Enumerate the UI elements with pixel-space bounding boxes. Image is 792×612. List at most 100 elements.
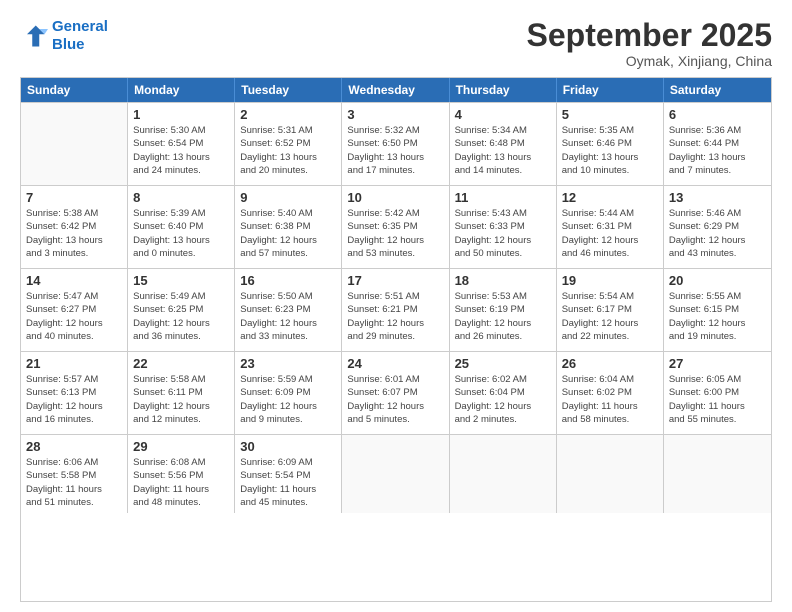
day-number: 8 (133, 190, 229, 205)
day-number: 21 (26, 356, 122, 371)
day-info: Sunrise: 5:42 AMSunset: 6:35 PMDaylight:… (347, 207, 443, 260)
cal-cell-0-1: 1Sunrise: 5:30 AMSunset: 6:54 PMDaylight… (128, 103, 235, 185)
day-info: Sunrise: 5:39 AMSunset: 6:40 PMDaylight:… (133, 207, 229, 260)
day-number: 3 (347, 107, 443, 122)
day-number: 14 (26, 273, 122, 288)
day-number: 22 (133, 356, 229, 371)
day-info: Sunrise: 6:05 AMSunset: 6:00 PMDaylight:… (669, 373, 766, 426)
cal-cell-4-1: 29Sunrise: 6:08 AMSunset: 5:56 PMDayligh… (128, 435, 235, 513)
cal-cell-0-2: 2Sunrise: 5:31 AMSunset: 6:52 PMDaylight… (235, 103, 342, 185)
day-number: 10 (347, 190, 443, 205)
day-info: Sunrise: 5:55 AMSunset: 6:15 PMDaylight:… (669, 290, 766, 343)
cal-cell-4-6 (664, 435, 771, 513)
logo: General Blue (20, 18, 108, 54)
day-number: 6 (669, 107, 766, 122)
day-info: Sunrise: 5:36 AMSunset: 6:44 PMDaylight:… (669, 124, 766, 177)
day-info: Sunrise: 6:02 AMSunset: 6:04 PMDaylight:… (455, 373, 551, 426)
day-number: 1 (133, 107, 229, 122)
logo-text: General Blue (52, 18, 108, 54)
cal-cell-2-4: 18 Sunrise: 5:53 AMSunset: 6:19 PMDayligh… (450, 269, 557, 351)
day-number: 30 (240, 439, 336, 454)
page: General Blue September 2025 Oymak, Xinji… (0, 0, 792, 612)
day-number: 7 (26, 190, 122, 205)
cal-cell-2-6: 20 Sunrise: 5:55 AMSunset: 6:15 PMDayligh… (664, 269, 771, 351)
calendar-header: Sunday Monday Tuesday Wednesday Thursday… (21, 78, 771, 102)
cal-cell-1-6: 13 Sunrise: 5:46 AMSunset: 6:29 PMDayligh… (664, 186, 771, 268)
cal-cell-3-4: 25Sunrise: 6:02 AMSunset: 6:04 PMDayligh… (450, 352, 557, 434)
day-info: Sunrise: 5:59 AMSunset: 6:09 PMDaylight:… (240, 373, 336, 426)
day-info: Sunrise: 5:34 AMSunset: 6:48 PMDaylight:… (455, 124, 551, 177)
cal-cell-0-0 (21, 103, 128, 185)
cal-cell-4-2: 30Sunrise: 6:09 AMSunset: 5:54 PMDayligh… (235, 435, 342, 513)
day-info: Sunrise: 5:32 AMSunset: 6:50 PMDaylight:… (347, 124, 443, 177)
week-row-4: 28 Sunrise: 6:06 AMSunset: 5:58 PMDayligh… (21, 434, 771, 513)
cal-cell-0-5: 5 Sunrise: 5:35 AMSunset: 6:46 PMDaylight… (557, 103, 664, 185)
cal-cell-2-3: 17 Sunrise: 5:51 AMSunset: 6:21 PMDayligh… (342, 269, 449, 351)
day-number: 11 (455, 190, 551, 205)
day-number: 28 (26, 439, 122, 454)
day-number: 18 (455, 273, 551, 288)
cal-cell-3-6: 27Sunrise: 6:05 AMSunset: 6:00 PMDayligh… (664, 352, 771, 434)
day-number: 24 (347, 356, 443, 371)
cal-cell-4-5 (557, 435, 664, 513)
logo-icon (20, 22, 48, 50)
header-thursday: Thursday (450, 78, 557, 102)
day-info: Sunrise: 5:49 AMSunset: 6:25 PMDaylight:… (133, 290, 229, 343)
day-info: Sunrise: 5:54 AMSunset: 6:17 PMDaylight:… (562, 290, 658, 343)
day-info: Sunrise: 5:40 AMSunset: 6:38 PMDaylight:… (240, 207, 336, 260)
day-info: Sunrise: 5:51 AMSunset: 6:21 PMDaylight:… (347, 290, 443, 343)
day-number: 20 (669, 273, 766, 288)
header-sunday: Sunday (21, 78, 128, 102)
cal-cell-3-2: 23 Sunrise: 5:59 AMSunset: 6:09 PMDayligh… (235, 352, 342, 434)
week-row-2: 14Sunrise: 5:47 AMSunset: 6:27 PMDayligh… (21, 268, 771, 351)
day-number: 17 (347, 273, 443, 288)
month-title: September 2025 (527, 18, 772, 53)
day-number: 19 (562, 273, 658, 288)
cal-cell-3-0: 21 Sunrise: 5:57 AMSunset: 6:13 PMDayligh… (21, 352, 128, 434)
cal-cell-2-5: 19 Sunrise: 5:54 AMSunset: 6:17 PMDayligh… (557, 269, 664, 351)
cal-cell-0-3: 3 Sunrise: 5:32 AMSunset: 6:50 PMDaylight… (342, 103, 449, 185)
day-number: 26 (562, 356, 658, 371)
day-info: Sunrise: 5:35 AMSunset: 6:46 PMDaylight:… (562, 124, 658, 177)
calendar-body: 1Sunrise: 5:30 AMSunset: 6:54 PMDaylight… (21, 102, 771, 513)
day-number: 4 (455, 107, 551, 122)
day-info: Sunrise: 6:04 AMSunset: 6:02 PMDaylight:… (562, 373, 658, 426)
title-area: September 2025 Oymak, Xinjiang, China (527, 18, 772, 69)
day-info: Sunrise: 5:57 AMSunset: 6:13 PMDaylight:… (26, 373, 122, 426)
cal-cell-2-0: 14Sunrise: 5:47 AMSunset: 6:27 PMDayligh… (21, 269, 128, 351)
day-number: 12 (562, 190, 658, 205)
cal-cell-2-1: 15 Sunrise: 5:49 AMSunset: 6:25 PMDayligh… (128, 269, 235, 351)
calendar: Sunday Monday Tuesday Wednesday Thursday… (20, 77, 772, 602)
day-info: Sunrise: 5:50 AMSunset: 6:23 PMDaylight:… (240, 290, 336, 343)
day-info: Sunrise: 5:53 AMSunset: 6:19 PMDaylight:… (455, 290, 551, 343)
cal-cell-3-5: 26 Sunrise: 6:04 AMSunset: 6:02 PMDayligh… (557, 352, 664, 434)
cal-cell-1-5: 12Sunrise: 5:44 AMSunset: 6:31 PMDayligh… (557, 186, 664, 268)
cal-cell-4-3 (342, 435, 449, 513)
day-number: 16 (240, 273, 336, 288)
logo-line2: Blue (52, 36, 85, 53)
day-info: Sunrise: 5:38 AMSunset: 6:42 PMDaylight:… (26, 207, 122, 260)
week-row-1: 7 Sunrise: 5:38 AMSunset: 6:42 PMDaylight… (21, 185, 771, 268)
header-tuesday: Tuesday (235, 78, 342, 102)
logo-line1: General (52, 18, 108, 35)
cal-cell-3-1: 22 Sunrise: 5:58 AMSunset: 6:11 PMDayligh… (128, 352, 235, 434)
cal-cell-1-4: 11 Sunrise: 5:43 AMSunset: 6:33 PMDayligh… (450, 186, 557, 268)
header-saturday: Saturday (664, 78, 771, 102)
week-row-3: 21 Sunrise: 5:57 AMSunset: 6:13 PMDayligh… (21, 351, 771, 434)
day-info: Sunrise: 5:58 AMSunset: 6:11 PMDaylight:… (133, 373, 229, 426)
header-wednesday: Wednesday (342, 78, 449, 102)
cal-cell-4-4 (450, 435, 557, 513)
cal-cell-1-1: 8 Sunrise: 5:39 AMSunset: 6:40 PMDaylight… (128, 186, 235, 268)
day-info: Sunrise: 5:43 AMSunset: 6:33 PMDaylight:… (455, 207, 551, 260)
day-number: 15 (133, 273, 229, 288)
day-number: 13 (669, 190, 766, 205)
day-number: 23 (240, 356, 336, 371)
day-info: Sunrise: 6:06 AMSunset: 5:58 PMDaylight:… (26, 456, 122, 509)
day-info: Sunrise: 5:46 AMSunset: 6:29 PMDaylight:… (669, 207, 766, 260)
day-number: 9 (240, 190, 336, 205)
week-row-0: 1Sunrise: 5:30 AMSunset: 6:54 PMDaylight… (21, 102, 771, 185)
cal-cell-4-0: 28 Sunrise: 6:06 AMSunset: 5:58 PMDayligh… (21, 435, 128, 513)
day-info: Sunrise: 6:08 AMSunset: 5:56 PMDaylight:… (133, 456, 229, 509)
cal-cell-3-3: 24Sunrise: 6:01 AMSunset: 6:07 PMDayligh… (342, 352, 449, 434)
day-number: 5 (562, 107, 658, 122)
